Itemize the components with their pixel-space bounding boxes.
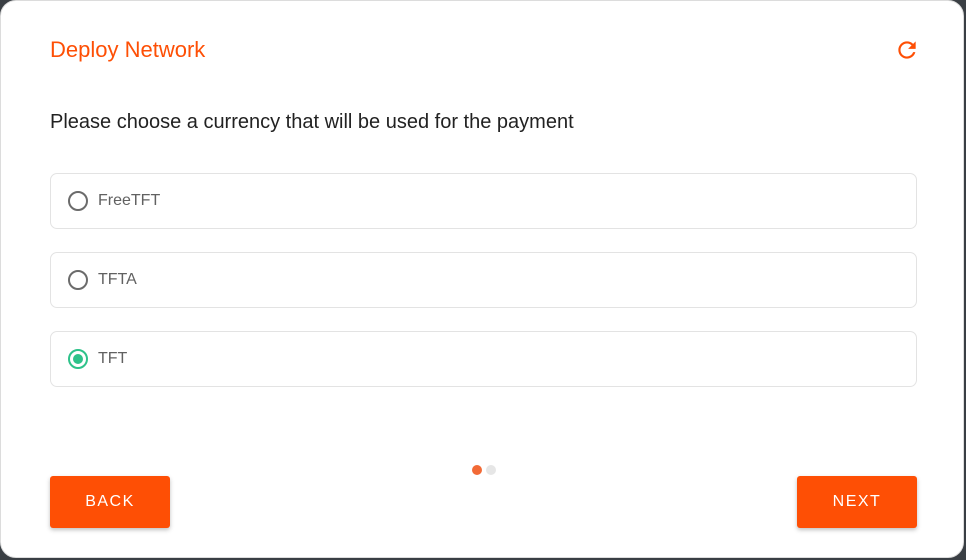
currency-option-freetft[interactable]: FreeTFT xyxy=(50,173,917,229)
deploy-network-dialog: Deploy Network Please choose a currency … xyxy=(0,0,964,558)
refresh-icon xyxy=(898,41,916,59)
step-dot-1 xyxy=(472,465,482,475)
currency-option-tft[interactable]: TFT xyxy=(50,331,917,387)
option-label: TFT xyxy=(98,350,128,367)
radio-button-freetft[interactable] xyxy=(68,191,88,211)
back-button[interactable]: BACK xyxy=(50,476,170,528)
next-button[interactable]: NEXT xyxy=(797,476,917,528)
option-label: FreeTFT xyxy=(98,192,161,209)
currency-prompt: Please choose a currency that will be us… xyxy=(50,111,574,133)
currency-options: FreeTFT TFTA TFT xyxy=(50,173,917,410)
radio-button-tft[interactable] xyxy=(68,349,88,369)
refresh-button[interactable] xyxy=(894,37,920,63)
currency-option-tfta[interactable]: TFTA xyxy=(50,252,917,308)
step-dot-2 xyxy=(486,465,496,475)
dialog-title: Deploy Network xyxy=(50,37,206,62)
radio-button-tfta[interactable] xyxy=(68,270,88,290)
option-label: TFTA xyxy=(98,271,137,288)
step-indicator xyxy=(472,465,496,475)
